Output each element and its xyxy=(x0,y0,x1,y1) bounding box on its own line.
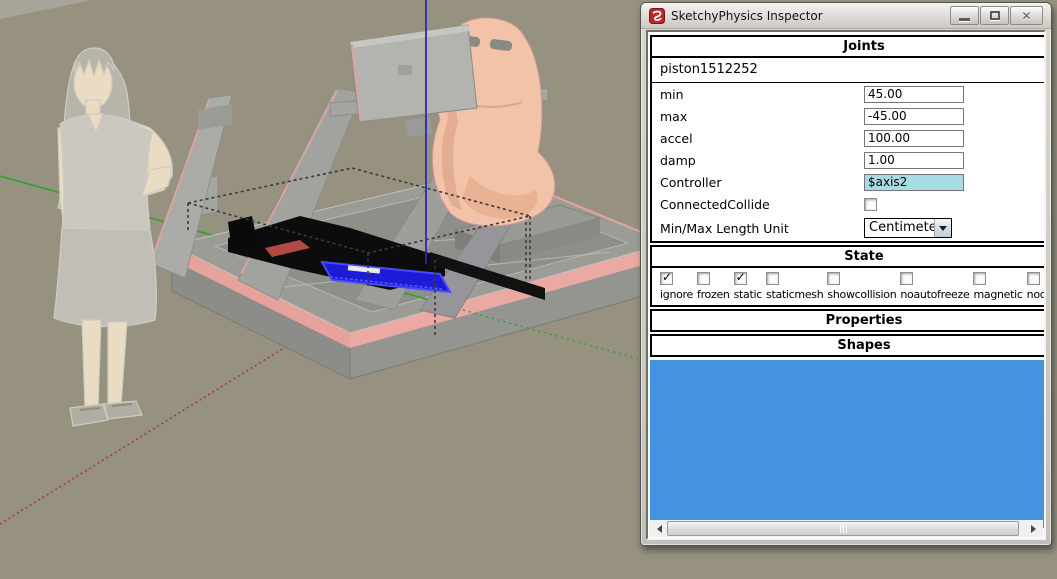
sketchyphysics-app-icon xyxy=(649,8,665,24)
state-item-ignore: ignore xyxy=(660,272,693,301)
inspector-client-area: Joints piston1512252 min max accel xyxy=(646,30,1046,540)
showcollision-checkbox[interactable] xyxy=(827,272,840,285)
accel-input[interactable] xyxy=(864,130,964,147)
state-item-showcollision: showcollision xyxy=(827,272,896,301)
field-row-controller: Controller xyxy=(652,171,1046,193)
sketchyphysics-inspector-window: SketchyPhysics Inspector ✕ Joints piston… xyxy=(640,2,1052,546)
controller-label: Controller xyxy=(660,175,864,190)
minimize-button[interactable] xyxy=(950,6,979,25)
damp-input[interactable] xyxy=(864,152,964,169)
window-titlebar[interactable]: SketchyPhysics Inspector ✕ xyxy=(641,3,1051,29)
arrow-right-icon xyxy=(1031,525,1040,533)
showcollision-label: showcollision xyxy=(827,288,896,301)
state-checkbox-row: ignore frozen static staticmesh xyxy=(652,268,1046,305)
magnetic-checkbox[interactable] xyxy=(973,272,986,285)
static-label: static xyxy=(734,288,762,301)
max-label: max xyxy=(660,109,864,124)
field-row-length-unit: Min/Max Length Unit Centimeter xyxy=(652,215,1046,241)
nocc-checkbox[interactable] xyxy=(1027,272,1040,285)
state-item-nocc: nocc xyxy=(1027,272,1046,301)
close-button[interactable]: ✕ xyxy=(1010,6,1043,25)
arrow-left-icon xyxy=(653,525,662,533)
noautofreeze-checkbox[interactable] xyxy=(900,272,913,285)
state-section: State ignore frozen static xyxy=(650,245,1046,307)
shapes-panel[interactable] xyxy=(650,360,1046,528)
staticmesh-checkbox[interactable] xyxy=(766,272,779,285)
ignore-checkbox[interactable] xyxy=(660,272,673,285)
noautofreeze-label: noautofreeze xyxy=(900,288,969,301)
scroll-left-button[interactable] xyxy=(649,520,665,537)
scroll-thumb[interactable] xyxy=(667,521,1019,536)
properties-section: Properties xyxy=(650,309,1046,332)
field-row-max: max xyxy=(652,105,1046,127)
scroll-right-button[interactable] xyxy=(1027,520,1043,537)
horizontal-scrollbar[interactable] xyxy=(649,520,1043,537)
max-input[interactable] xyxy=(864,108,964,125)
length-unit-dropdown-button[interactable] xyxy=(934,219,951,237)
connectedcollide-checkbox[interactable] xyxy=(864,198,877,211)
connectedcollide-label: ConnectedCollide xyxy=(660,197,864,212)
state-item-frozen: frozen xyxy=(697,272,730,301)
minimize-icon xyxy=(959,18,970,21)
state-item-static: static xyxy=(734,272,762,301)
frozen-label: frozen xyxy=(697,288,730,301)
maximize-button[interactable] xyxy=(980,6,1009,25)
maximize-icon xyxy=(990,11,1000,20)
accel-label: accel xyxy=(660,131,864,146)
joint-name: piston1512252 xyxy=(652,58,1046,83)
window-title: SketchyPhysics Inspector xyxy=(671,9,823,23)
staticmesh-label: staticmesh xyxy=(766,288,823,301)
length-unit-label: Min/Max Length Unit xyxy=(660,221,864,236)
length-unit-select[interactable]: Centimeter xyxy=(864,218,952,238)
close-icon: ✕ xyxy=(1021,10,1031,22)
sketchup-viewport[interactable]: SketchyPhysics Inspector ✕ Joints piston… xyxy=(0,0,1057,579)
state-header: State xyxy=(652,247,1046,268)
properties-header: Properties xyxy=(652,311,1046,330)
length-unit-value: Centimeter xyxy=(865,219,934,237)
nocc-label: nocc xyxy=(1027,288,1046,301)
state-item-noautofreeze: noautofreeze xyxy=(900,272,969,301)
state-item-staticmesh: staticmesh xyxy=(766,272,823,301)
min-input[interactable] xyxy=(864,86,964,103)
frozen-checkbox[interactable] xyxy=(697,272,710,285)
controller-input[interactable] xyxy=(864,174,964,191)
field-row-connectedcollide: ConnectedCollide xyxy=(652,193,1046,215)
magnetic-label: magnetic xyxy=(973,288,1022,301)
static-checkbox[interactable] xyxy=(734,272,747,285)
state-item-magnetic: magnetic xyxy=(973,272,1022,301)
field-row-accel: accel xyxy=(652,127,1046,149)
field-row-min: min xyxy=(652,83,1046,105)
shapes-section: Shapes xyxy=(650,334,1046,357)
joints-header: Joints xyxy=(652,37,1046,58)
ignore-label: ignore xyxy=(660,288,693,301)
shapes-header: Shapes xyxy=(652,336,1046,355)
min-label: min xyxy=(660,87,864,102)
chevron-down-icon xyxy=(939,226,947,235)
field-row-damp: damp xyxy=(652,149,1046,171)
damp-label: damp xyxy=(660,153,864,168)
joints-section: Joints piston1512252 min max accel xyxy=(650,35,1046,243)
